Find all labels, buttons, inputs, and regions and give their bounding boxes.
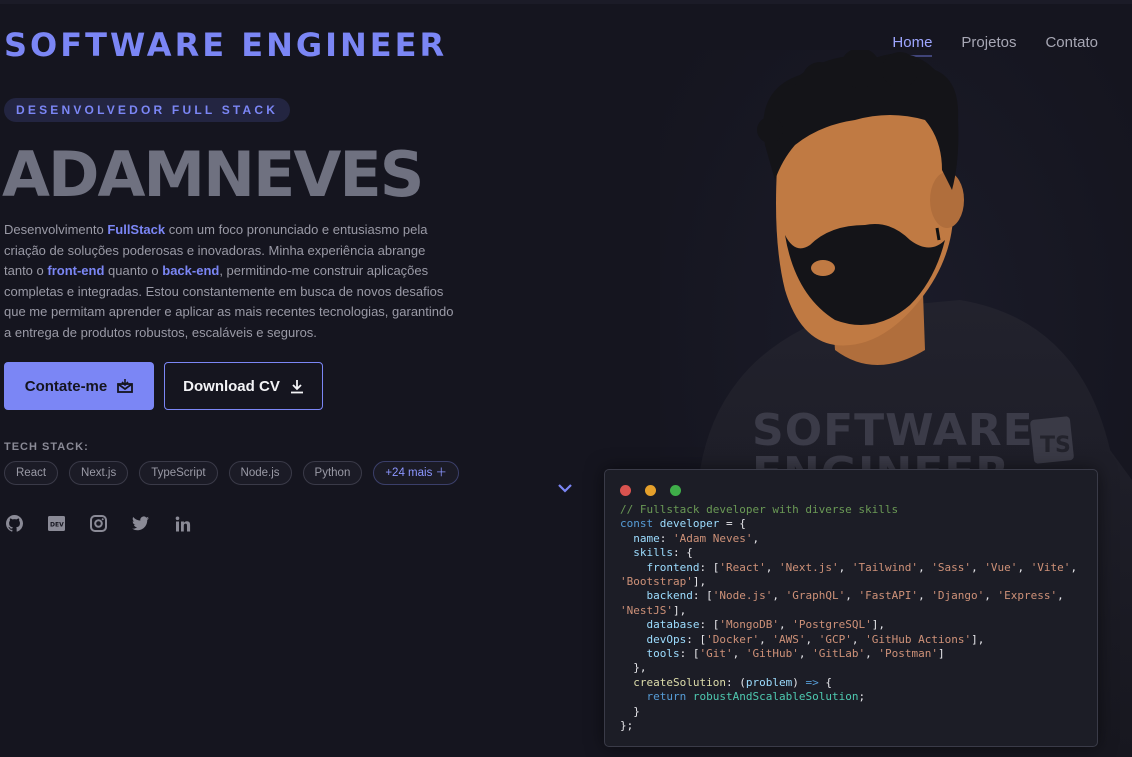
chip-python: Python: [302, 461, 363, 485]
chip-nextjs: Next.js: [69, 461, 129, 485]
tech-stack-chips: React Next.js TypeScript Node.js Python …: [4, 461, 460, 485]
contact-button-label: Contate-me: [24, 377, 108, 395]
download-icon: [290, 379, 303, 393]
hero-description: Desenvolvimento FullStack com um foco pr…: [4, 222, 454, 340]
hero-name: ADAMNEVES: [2, 138, 424, 211]
code-snippet: // Fullstack developer with diverse skil…: [620, 503, 1078, 733]
role-badge: DESENVOLVEDOR FULL STACK: [4, 98, 291, 122]
linkedin-icon[interactable]: [174, 515, 191, 532]
chip-typescript: TypeScript: [139, 461, 218, 485]
top-border: [0, 0, 1132, 4]
code-window: // Fullstack developer with diverse skil…: [604, 469, 1098, 747]
dev-icon[interactable]: DEV: [48, 515, 65, 532]
download-cv-button[interactable]: Download CV: [164, 362, 323, 410]
highlight-fullstack: FullStack: [107, 222, 166, 237]
twitter-icon[interactable]: [132, 515, 149, 532]
sleeve-badge: TS: [1040, 433, 1071, 458]
site-brand[interactable]: SOFTWARE ENGINEER: [4, 26, 447, 64]
chip-react: React: [4, 461, 59, 485]
svg-text:DEV: DEV: [50, 522, 64, 529]
minimize-dot: [645, 485, 656, 496]
window-controls: [620, 485, 681, 496]
highlight-frontend: front-end: [47, 263, 105, 279]
download-cv-label: Download CV: [183, 377, 280, 395]
github-icon[interactable]: [6, 515, 23, 532]
tech-stack-label: TECH STACK:: [4, 441, 89, 453]
maximize-dot: [670, 485, 681, 496]
highlight-backend: back-end: [162, 263, 220, 279]
scroll-down-chevron-icon[interactable]: [556, 481, 574, 495]
mail-icon: [117, 379, 134, 393]
more-tech-button[interactable]: +24 mais ＋: [373, 461, 460, 485]
contact-button[interactable]: Contate-me: [4, 362, 154, 410]
chip-nodejs: Node.js: [228, 461, 292, 485]
close-dot: [620, 485, 631, 496]
social-links: DEV: [6, 515, 191, 532]
instagram-icon[interactable]: [90, 515, 107, 532]
